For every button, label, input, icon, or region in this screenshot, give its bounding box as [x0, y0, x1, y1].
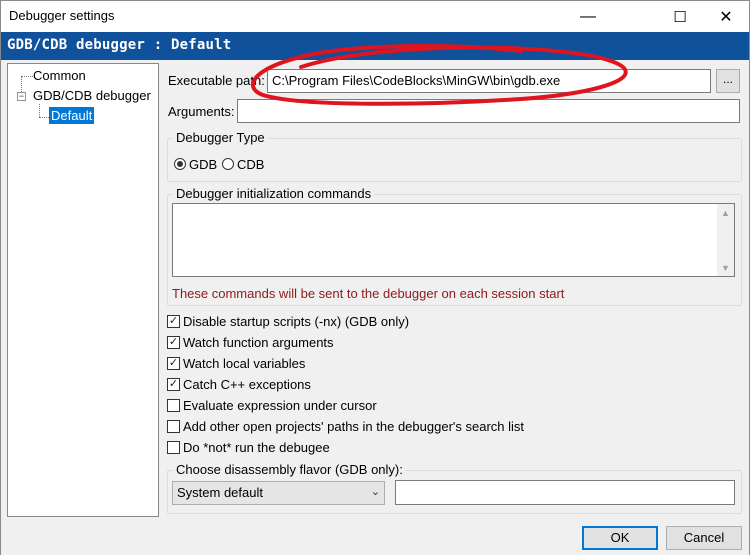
settings-header-title: GDB/CDB debugger : Default: [7, 37, 232, 53]
radio-cdb[interactable]: [222, 158, 234, 170]
radio-gdb-label[interactable]: GDB: [189, 157, 217, 172]
radio-gdb[interactable]: [174, 158, 186, 170]
scroll-down-icon[interactable]: ▼: [717, 260, 734, 277]
init-commands-scrollbar[interactable]: ▲ ▼: [717, 204, 734, 276]
tree-line: [21, 76, 33, 77]
window-title: Debugger settings: [9, 8, 115, 23]
executable-path-label: Executable path:: [168, 73, 265, 88]
settings-header-bar: GDB/CDB debugger : Default: [1, 32, 749, 60]
cancel-button[interactable]: Cancel: [666, 526, 742, 550]
init-commands-note: These commands will be sent to the debug…: [172, 286, 565, 301]
executable-path-input[interactable]: C:\Program Files\CodeBlocks\MinGW\bin\gd…: [267, 69, 711, 93]
tree-line: [39, 104, 40, 117]
checkbox-watch-function-args[interactable]: ✓: [167, 336, 180, 349]
maximize-icon[interactable]: ☐: [657, 1, 703, 32]
minimize-icon[interactable]: —: [565, 1, 611, 32]
tree-item-default[interactable]: Default: [49, 107, 95, 124]
scroll-up-icon[interactable]: ▲: [717, 205, 734, 222]
arguments-input[interactable]: [237, 99, 740, 123]
arguments-label: Arguments:: [168, 104, 235, 119]
checkbox-add-project-paths-label[interactable]: Add other open projects' paths in the de…: [183, 419, 524, 434]
checkbox-disable-startup-scripts-label[interactable]: Disable startup scripts (-nx) (GDB only): [183, 314, 409, 329]
checkbox-evaluate-under-cursor-label[interactable]: Evaluate expression under cursor: [183, 398, 377, 413]
debugger-type-group-label: Debugger Type: [173, 130, 268, 145]
checkbox-do-not-run-debugee[interactable]: [167, 441, 180, 454]
browse-button[interactable]: ...: [716, 69, 740, 93]
checkbox-catch-cpp-exceptions-label[interactable]: Catch C++ exceptions: [183, 377, 311, 392]
disassembly-group-label: Choose disassembly flavor (GDB only):: [173, 462, 406, 477]
collapse-icon[interactable]: −: [17, 92, 26, 101]
ok-button[interactable]: OK: [582, 526, 658, 550]
init-commands-textarea[interactable]: ▲ ▼: [172, 203, 735, 277]
checkbox-catch-cpp-exceptions[interactable]: ✓: [167, 378, 180, 391]
disassembly-extra-input[interactable]: [395, 480, 735, 505]
close-icon[interactable]: ✕: [703, 1, 749, 32]
checkbox-watch-local-vars-label[interactable]: Watch local variables: [183, 356, 305, 371]
init-commands-group-label: Debugger initialization commands: [173, 186, 375, 201]
tree-item-common[interactable]: Common: [33, 68, 86, 83]
checkbox-evaluate-under-cursor[interactable]: [167, 399, 180, 412]
tree-line: [39, 117, 49, 118]
checkbox-watch-local-vars[interactable]: ✓: [167, 357, 180, 370]
checkbox-watch-function-args-label[interactable]: Watch function arguments: [183, 335, 334, 350]
disassembly-flavor-select[interactable]: System default ⌄: [172, 481, 385, 505]
checkbox-disable-startup-scripts[interactable]: ✓: [167, 315, 180, 328]
title-bar: Debugger settings — ☐ ✕: [1, 1, 749, 32]
tree-item-gdb-cdb-debugger[interactable]: GDB/CDB debugger: [33, 88, 151, 103]
disassembly-flavor-value: System default: [177, 485, 263, 500]
radio-cdb-label[interactable]: CDB: [237, 157, 264, 172]
checkbox-do-not-run-debugee-label[interactable]: Do *not* run the debugee: [183, 440, 330, 455]
debugger-settings-window: Debugger settings — ☐ ✕ GDB/CDB debugger…: [0, 0, 750, 555]
settings-tree[interactable]: Common − GDB/CDB debugger Default: [7, 63, 159, 517]
chevron-down-icon: ⌄: [370, 486, 380, 498]
checkbox-add-project-paths[interactable]: [167, 420, 180, 433]
